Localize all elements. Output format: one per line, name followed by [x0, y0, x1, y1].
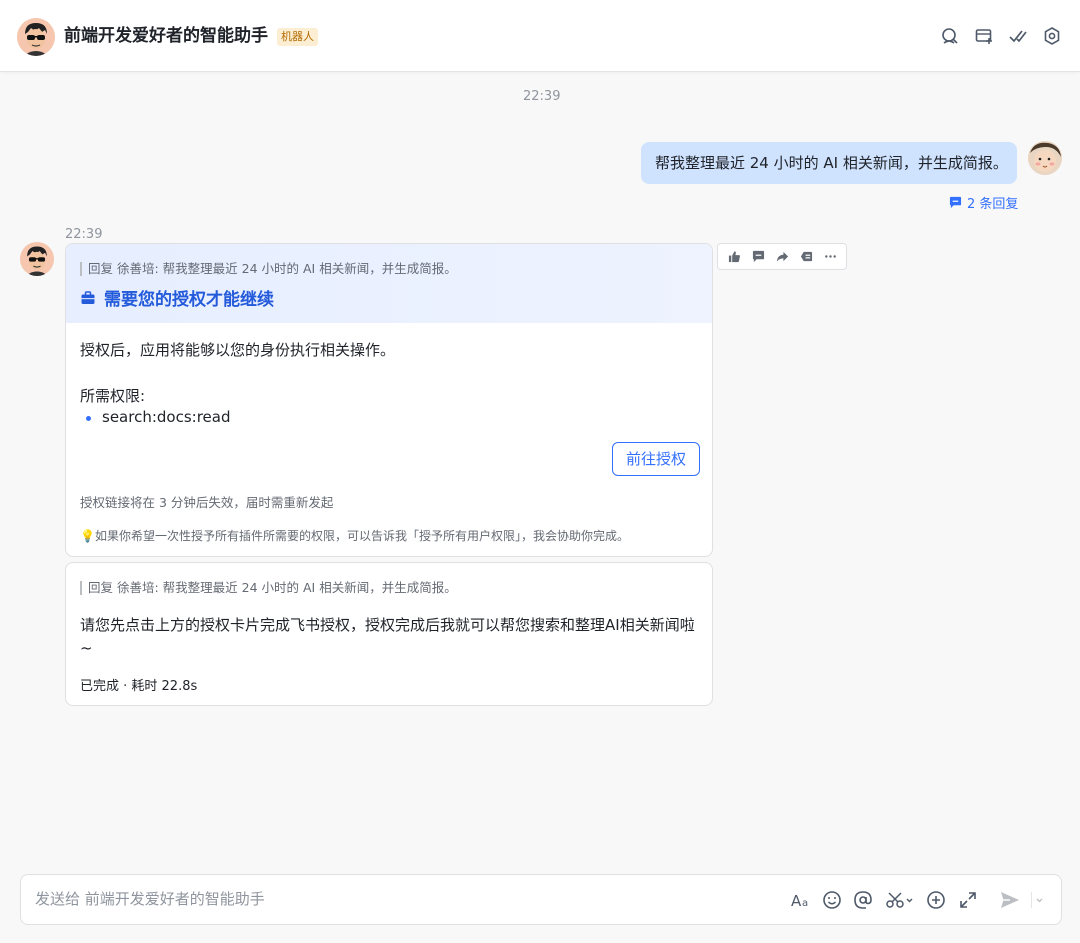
expiry-note: 授权链接将在 3 分钟后失效，届时需重新发起 — [80, 495, 334, 510]
auth-card-header: 回复 徐善培: 帮我整理最近 24 小时的 AI 相关新闻，并生成简报。 需要您… — [66, 244, 712, 323]
more-icon[interactable] — [819, 246, 841, 268]
search-icon[interactable] — [940, 26, 960, 46]
message-input[interactable] — [35, 875, 735, 924]
bot-message-avatar[interactable] — [20, 242, 54, 276]
reply-text-line2: ~ — [80, 639, 93, 657]
check-icon[interactable] — [1008, 26, 1028, 46]
expand-icon[interactable] — [957, 889, 979, 911]
new-chat-icon[interactable] — [974, 26, 994, 46]
text-format-icon[interactable]: Aa — [790, 889, 812, 911]
reply-card-quote: 回复 徐善培: 帮我整理最近 24 小时的 AI 相关新闻，并生成简报。 — [80, 581, 457, 595]
chat-header: 前端开发爱好者的智能助手 机器人 — [0, 0, 1080, 72]
scissors-icon[interactable] — [885, 889, 915, 911]
emoji-icon[interactable] — [821, 889, 843, 911]
bot-timestamp: 22:39 — [65, 227, 103, 242]
reply-count-label: 2 条回复 — [967, 197, 1019, 212]
user-message-bubble[interactable]: 帮我整理最近 24 小时的 AI 相关新闻，并生成简报。 — [641, 142, 1017, 184]
tip-text: 💡如果你希望一次性授予所有插件所需要的权限，可以告诉我「授予所有用户权限」，我会… — [80, 529, 629, 543]
reply-count-link[interactable]: 2 条回复 — [949, 193, 1018, 212]
forward-icon[interactable] — [771, 246, 793, 268]
add-icon[interactable] — [925, 889, 947, 911]
user-avatar[interactable] — [1028, 141, 1062, 175]
bot-badge: 机器人 — [277, 28, 318, 46]
chat-timestamp: 22:39 — [523, 89, 561, 104]
reply-status: 已完成 · 耗时 22.8s — [80, 679, 198, 694]
message-action-bar — [717, 243, 847, 270]
mention-icon[interactable] — [852, 889, 874, 911]
reply-text-line1: 请您先点击上方的授权卡片完成飞书授权，授权完成后我就可以帮您搜索和整理AI相关新… — [80, 616, 695, 634]
settings-icon[interactable] — [1042, 26, 1062, 46]
authorize-button[interactable]: 前往授权 — [612, 442, 700, 476]
quote-icon[interactable] — [795, 246, 817, 268]
permissions-label: 所需权限: — [80, 387, 146, 405]
send-icon[interactable] — [999, 889, 1021, 911]
briefcase-icon — [80, 290, 96, 306]
comment-icon — [949, 196, 962, 209]
message-composer: Aa — [20, 874, 1062, 925]
svg-text:A: A — [791, 892, 802, 910]
auth-card-title-text: 需要您的授权才能继续 — [104, 290, 274, 310]
svg-text:a: a — [802, 898, 808, 909]
chat-title: 前端开发爱好者的智能助手 — [64, 26, 268, 46]
bot-avatar[interactable] — [17, 18, 55, 56]
permission-bullet — [86, 416, 91, 421]
auth-description: 授权后，应用将能够以您的身份执行相关操作。 — [80, 341, 396, 359]
reply-icon[interactable] — [747, 246, 769, 268]
bot-reply-card: 回复 徐善培: 帮我整理最近 24 小时的 AI 相关新闻，并生成简报。 请您先… — [65, 562, 713, 706]
permission-item: search:docs:read — [102, 408, 231, 426]
send-options-chevron-icon[interactable] — [1031, 889, 1045, 911]
auth-card: 回复 徐善培: 帮我整理最近 24 小时的 AI 相关新闻，并生成简报。 需要您… — [65, 243, 713, 557]
auth-card-title: 需要您的授权才能继续 — [80, 285, 274, 310]
auth-card-quote: 回复 徐善培: 帮我整理最近 24 小时的 AI 相关新闻，并生成简报。 — [80, 262, 457, 276]
thumbs-up-icon[interactable] — [723, 246, 745, 268]
